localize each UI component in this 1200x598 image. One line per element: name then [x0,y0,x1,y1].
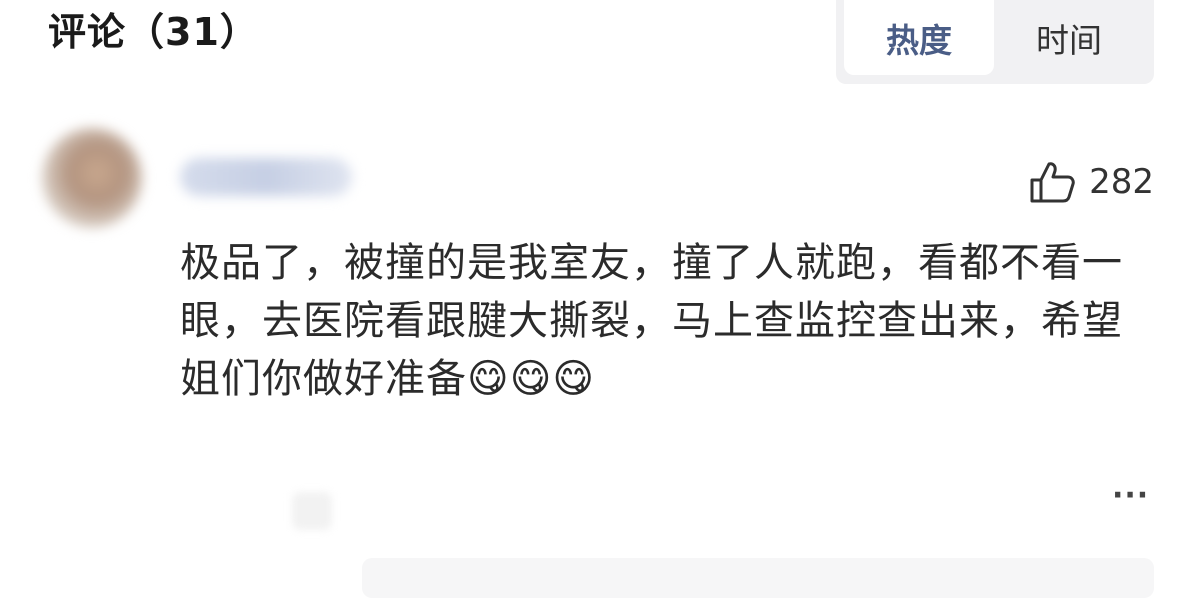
comment-text: 极品了，被撞的是我室友，撞了人就跑，看都不看一眼，去医院看跟腱大撕裂，马上查监控… [180,240,1123,402]
like-button[interactable]: 282 [1029,160,1154,204]
more-options-button[interactable]: ··· [1112,478,1149,513]
username-blurred[interactable] [180,158,352,196]
sort-by-time-tab[interactable]: 时间 [994,0,1144,75]
avatar[interactable] [42,128,142,228]
reply-avatar-blurred [292,492,332,530]
comments-title: 评论（31） [48,10,259,54]
like-count: 282 [1089,162,1154,202]
thumbs-up-icon [1030,162,1075,203]
sort-by-hot-tab[interactable]: 热度 [844,0,994,75]
reply-preview-box[interactable] [362,558,1154,598]
sort-toggle: 热度 时间 [836,0,1154,84]
